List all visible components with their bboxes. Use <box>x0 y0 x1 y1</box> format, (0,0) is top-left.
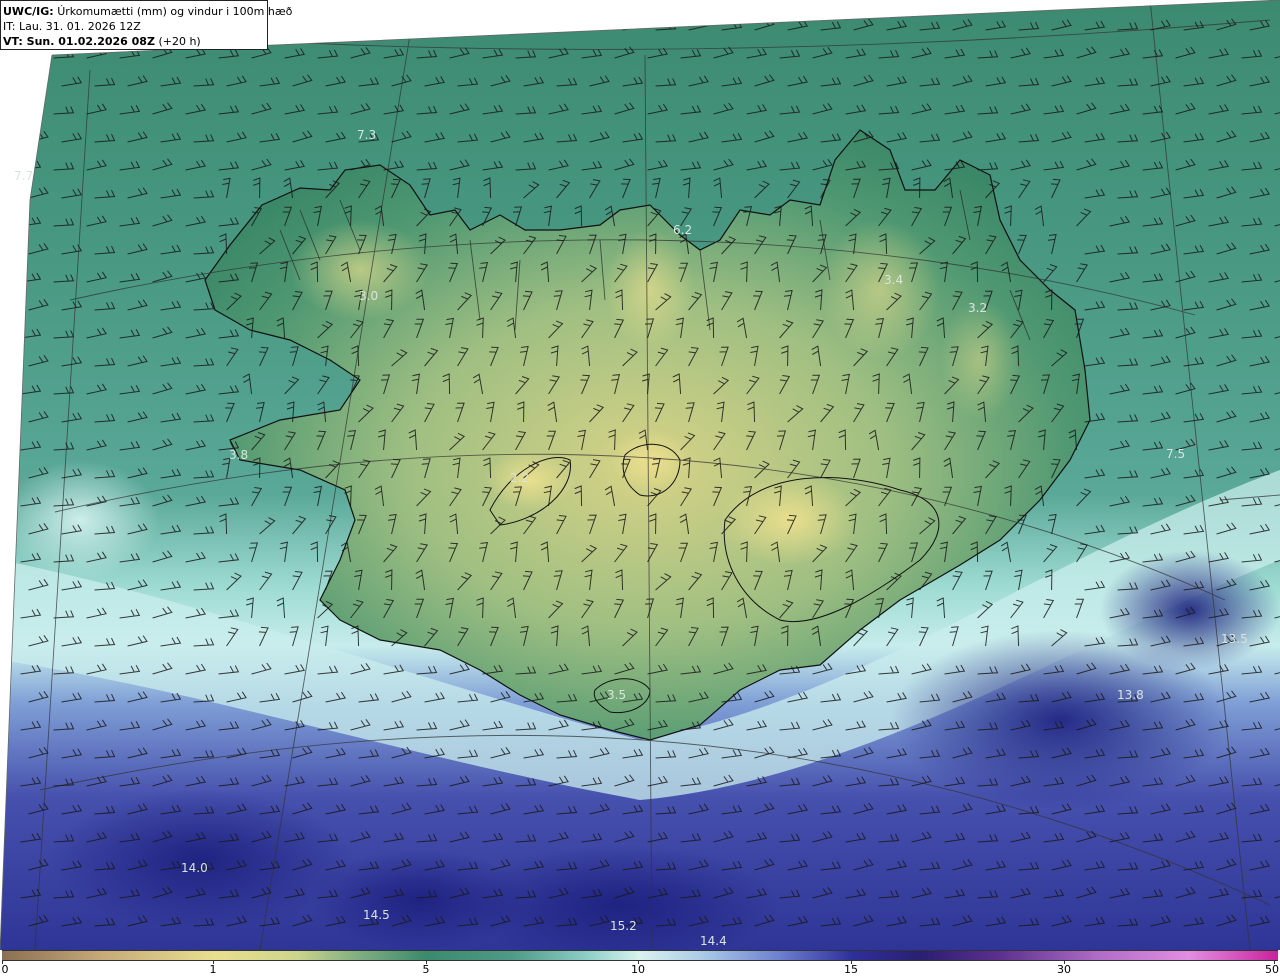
map-header: UWC/IG: Úrkomumætti (mm) og vindur i 100… <box>0 0 292 50</box>
map-title: Úrkomumætti (mm) og vindur i 100m hæð <box>57 5 293 18</box>
map-value-label: 6.2 <box>673 223 692 237</box>
colorbar-tick-label: 50 <box>1265 963 1279 976</box>
colorbar-tick-label: 10 <box>631 963 645 976</box>
product-code: UWC/IG: <box>3 5 54 18</box>
valid-offset: (+20 h) <box>158 35 201 48</box>
valid-time: VT: Sun. 01.02.2026 08Z <box>3 35 155 48</box>
map-value-label: 7.3 <box>357 128 376 142</box>
colorbar: 0 1 5 10 15 30 50 <box>0 950 1280 978</box>
colorbar-tick-label: 1 <box>209 963 217 976</box>
map-value-label: 15.2 <box>610 919 637 933</box>
map-value-label: 13.8 <box>1117 688 1144 702</box>
map-value-label: 3.2 <box>968 301 987 315</box>
colorbar-tick-label: 0 <box>1 963 9 976</box>
colorbar-strip <box>2 950 1278 961</box>
init-label: IT: <box>3 20 16 33</box>
map-value-label: 2.2 <box>510 471 529 485</box>
map-value-label: 3.0 <box>359 289 378 303</box>
map-value-label: 13.5 <box>1221 632 1248 646</box>
map-value-label: 3.8 <box>229 448 248 462</box>
map-value-label: 14.5 <box>363 908 390 922</box>
colorbar-tick-label: 30 <box>1057 963 1071 976</box>
colorbar-tick-label: 15 <box>844 963 858 976</box>
precipitable-water-map: 7.3 7.7 3.0 6.2 3.4 3.2 3.8 2.2 7.5 3.5 13.5 13.8 14… <box>0 0 1280 950</box>
init-time: Lau. 31. 01. 2026 12Z <box>18 20 141 33</box>
map-value-label: 14.4 <box>700 934 727 948</box>
colorbar-tick-label: 5 <box>422 963 430 976</box>
map-value-label: 14.0 <box>181 861 208 875</box>
map-value-label: 7.7 <box>14 169 33 183</box>
map-value-label: 7.5 <box>1166 447 1185 461</box>
map-value-label: 3.5 <box>607 688 626 702</box>
map-value-label: 3.4 <box>884 273 903 287</box>
